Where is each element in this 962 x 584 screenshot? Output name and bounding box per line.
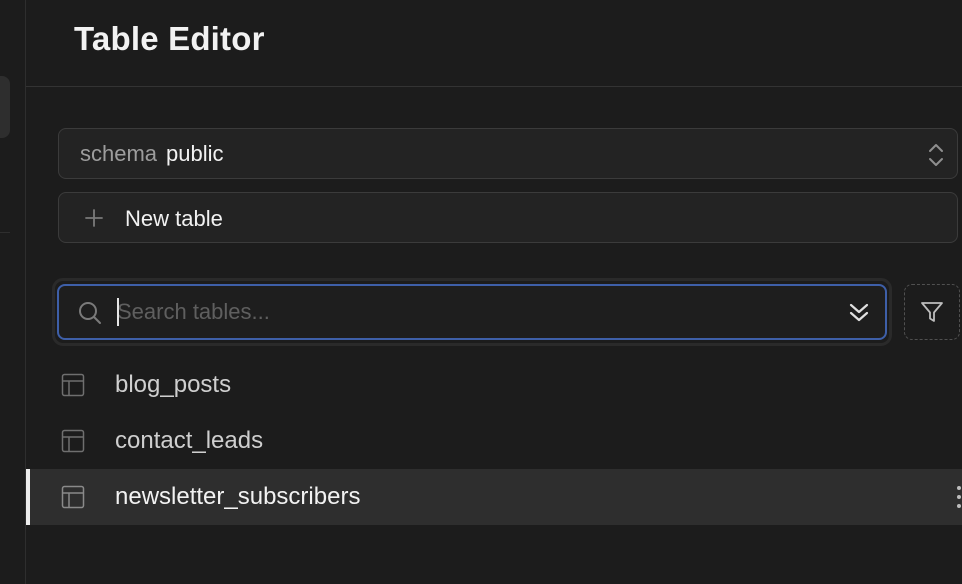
table-name: newsletter_subscribers (115, 483, 361, 510)
schema-prefix-label: schema (80, 140, 158, 166)
filter-button[interactable] (904, 284, 960, 340)
new-table-label: New table (125, 206, 223, 231)
search-icon (79, 302, 101, 324)
new-table-button[interactable]: New table (58, 192, 958, 243)
table-name: contact_leads (115, 427, 264, 454)
chevrons-down-icon[interactable] (847, 300, 871, 326)
table-icon (61, 429, 85, 453)
rail-active-item[interactable] (0, 76, 10, 138)
table-icon (61, 373, 85, 397)
search-focus-ring (52, 278, 892, 346)
page-header: Table Editor (26, 0, 962, 87)
plus-icon (85, 209, 103, 227)
table-list-item[interactable]: contact_leads (26, 413, 962, 469)
schema-value: public (166, 140, 224, 166)
search-box[interactable] (57, 284, 887, 340)
filter-icon (921, 302, 943, 322)
schema-selector[interactable]: schema public (58, 128, 958, 179)
rail-divider (0, 232, 10, 233)
chevron-up-down-icon (929, 144, 943, 166)
text-caret (117, 298, 119, 326)
table-name: blog_posts (115, 371, 232, 398)
table-icon (61, 485, 85, 509)
search-input[interactable] (117, 294, 817, 330)
table-editor-app: Table Editor schema public New table Sea… (0, 0, 962, 584)
table-list-item[interactable]: blog_posts (26, 357, 962, 413)
more-vertical-icon[interactable] (956, 483, 962, 511)
table-list: blog_posts contact_leads newsletter_subs… (26, 357, 962, 525)
page-title: Table Editor (74, 20, 265, 57)
icon-rail (0, 0, 26, 584)
table-list-item-active[interactable]: newsletter_subscribers (26, 469, 962, 525)
